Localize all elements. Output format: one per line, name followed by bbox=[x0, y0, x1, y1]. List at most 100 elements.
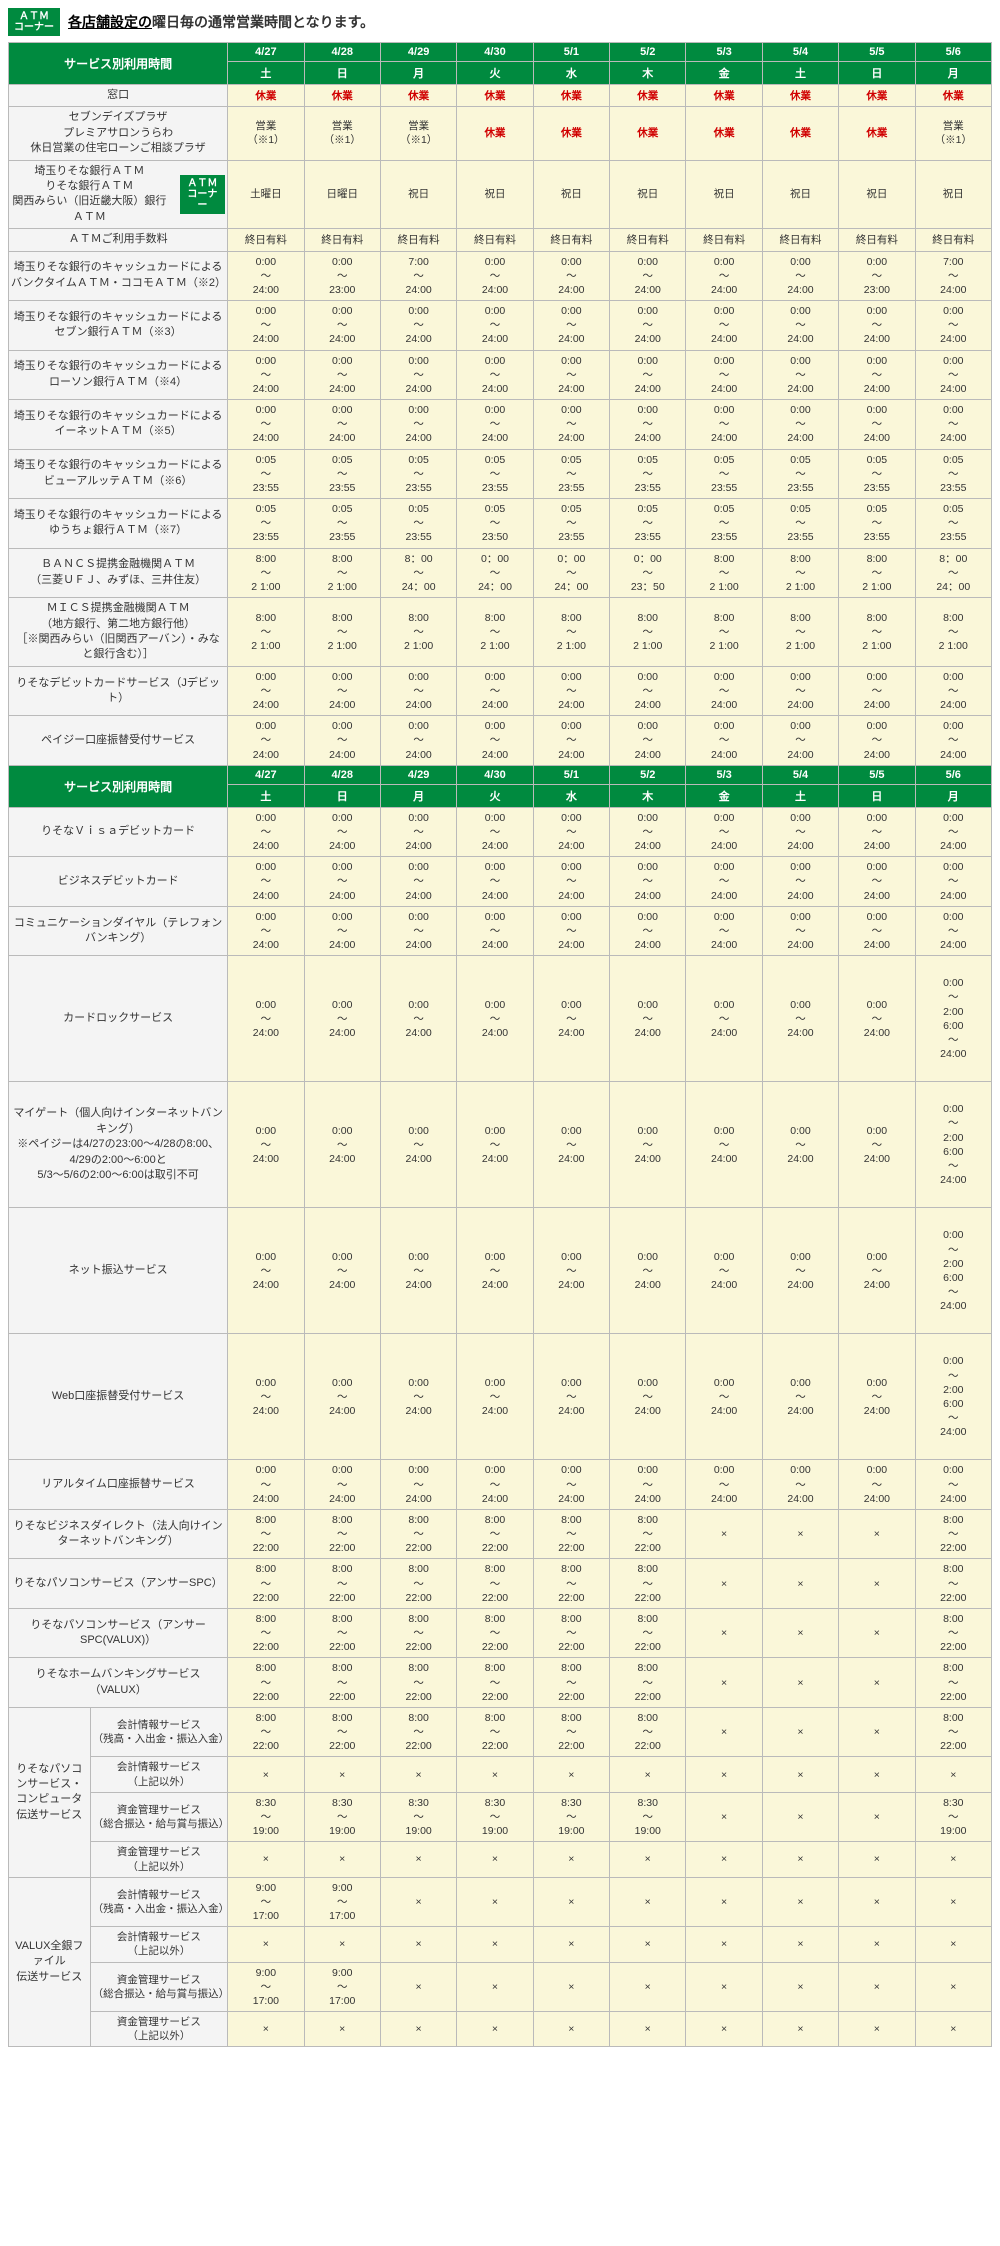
data-cell: 0:00 ～ 24:00 bbox=[762, 1208, 838, 1334]
row-label: セブンデイズプラザ プレミアサロンうらわ 休日営業の住宅ローンご相談プラザ bbox=[9, 107, 228, 160]
data-cell: 終日有料 bbox=[915, 229, 991, 251]
data-cell: 8:00 ～ 22:00 bbox=[228, 1509, 304, 1559]
data-cell: × bbox=[533, 2012, 609, 2047]
data-cell: × bbox=[380, 1877, 456, 1927]
data-cell: 0:00 ～ 24:00 bbox=[457, 716, 533, 766]
data-cell: × bbox=[457, 1757, 533, 1792]
data-cell: 休業 bbox=[457, 107, 533, 160]
data-cell: × bbox=[610, 1962, 686, 2012]
data-cell: 7:00 ～ 24:00 bbox=[915, 251, 991, 301]
row-label: Web口座振替受付サービス bbox=[9, 1334, 228, 1460]
date-header: 5/6 bbox=[915, 43, 991, 62]
data-cell: 0:00 ～ 24:00 bbox=[686, 1082, 762, 1208]
data-cell: 0:00 ～ 24:00 bbox=[457, 807, 533, 857]
data-cell: 0:00 ～ 24:00 bbox=[380, 1460, 456, 1510]
data-cell: 0:05 ～ 23:55 bbox=[228, 499, 304, 549]
data-cell: 0:00 ～ 24:00 bbox=[610, 1208, 686, 1334]
store-settings-link[interactable]: 各店舗設定の bbox=[68, 14, 152, 30]
data-cell: 8:00 ～ 22:00 bbox=[915, 1707, 991, 1757]
data-cell: 休業 bbox=[686, 107, 762, 160]
data-cell: 8:00 ～ 22:00 bbox=[380, 1509, 456, 1559]
data-cell: 0:00 ～ 24:00 bbox=[762, 350, 838, 400]
date-header: 4/30 bbox=[457, 765, 533, 784]
data-cell: 休業 bbox=[839, 107, 915, 160]
data-cell: × bbox=[304, 1757, 380, 1792]
row-label: りそなパソコンサービス（アンサーSPC(VALUX)） bbox=[9, 1608, 228, 1658]
row-label: 埼玉りそな銀行のキャッシュカードによる セブン銀行ＡＴＭ（※3） bbox=[9, 301, 228, 351]
data-cell: × bbox=[686, 2012, 762, 2047]
data-cell: 8:00 ～ 22:00 bbox=[457, 1658, 533, 1708]
data-cell: 0:00 ～ 24:00 bbox=[839, 400, 915, 450]
data-cell: 8:00 ～ 22:00 bbox=[533, 1658, 609, 1708]
data-cell: × bbox=[915, 1927, 991, 1962]
data-cell: 8:00 ～ 2 1:00 bbox=[304, 548, 380, 598]
data-cell: 0:00 ～ 24:00 bbox=[457, 251, 533, 301]
data-cell: × bbox=[839, 1877, 915, 1927]
data-cell: 0:00 ～ 24:00 bbox=[839, 807, 915, 857]
data-cell: 8:00 ～ 22:00 bbox=[304, 1707, 380, 1757]
data-cell: 0:00 ～ 24:00 bbox=[228, 807, 304, 857]
data-cell: 0:00 ～ 24:00 bbox=[762, 301, 838, 351]
data-cell: 8：00 ～ 24：00 bbox=[915, 548, 991, 598]
data-cell: 8:00 ～ 2 1:00 bbox=[304, 598, 380, 667]
data-cell: 0:05 ～ 23:55 bbox=[762, 449, 838, 499]
date-header: 5/1 bbox=[533, 765, 609, 784]
data-cell: 8:00 ～ 2 1:00 bbox=[228, 548, 304, 598]
data-cell: × bbox=[839, 1927, 915, 1962]
data-cell: 休業 bbox=[457, 85, 533, 107]
data-cell: × bbox=[457, 1877, 533, 1927]
day-header: 火 bbox=[457, 784, 533, 807]
data-cell: 0:00 ～ 24:00 bbox=[686, 301, 762, 351]
data-cell: 0:05 ～ 23:55 bbox=[915, 499, 991, 549]
data-cell: × bbox=[686, 1509, 762, 1559]
data-cell: × bbox=[839, 1792, 915, 1842]
data-cell: × bbox=[457, 1842, 533, 1877]
row-label: コミュニケーションダイヤル（テレフォンバンキング） bbox=[9, 906, 228, 956]
data-cell: × bbox=[762, 1792, 838, 1842]
section-title: サービス別利用時間 bbox=[9, 765, 228, 807]
data-cell: 祝日 bbox=[610, 160, 686, 229]
date-header: 4/27 bbox=[228, 43, 304, 62]
data-cell: × bbox=[304, 1842, 380, 1877]
data-cell: 0:00 ～ 24:00 bbox=[839, 906, 915, 956]
date-header: 4/27 bbox=[228, 765, 304, 784]
row-label: 埼玉りそな銀行のキャッシュカードによる ビューアルッテＡＴＭ（※6） bbox=[9, 449, 228, 499]
data-cell: 0:00 ～ 24:00 bbox=[228, 1460, 304, 1510]
data-cell: 0:00 ～ 24:00 bbox=[304, 857, 380, 907]
day-header: 金 bbox=[686, 784, 762, 807]
data-cell: 8:00 ～ 22:00 bbox=[457, 1707, 533, 1757]
data-cell: × bbox=[839, 1757, 915, 1792]
data-cell: 祝日 bbox=[915, 160, 991, 229]
data-cell: 8:00 ～ 22:00 bbox=[228, 1608, 304, 1658]
data-cell: 終日有料 bbox=[762, 229, 838, 251]
data-cell: 0:00 ～ 24:00 bbox=[915, 400, 991, 450]
row-sublabel: 資金管理サービス （総合振込・給与賞与振込） bbox=[90, 1792, 228, 1842]
data-cell: × bbox=[380, 1927, 456, 1962]
data-cell: 8:30 ～ 19:00 bbox=[610, 1792, 686, 1842]
data-cell: × bbox=[762, 1707, 838, 1757]
data-cell: 8:00 ～ 22:00 bbox=[380, 1707, 456, 1757]
data-cell: 0:00 ～ 24:00 bbox=[533, 1208, 609, 1334]
data-cell: 0:00 ～ 24:00 bbox=[304, 400, 380, 450]
data-cell: 0:00 ～ 24:00 bbox=[610, 400, 686, 450]
data-cell: × bbox=[915, 1962, 991, 2012]
data-cell: 0:05 ～ 23:55 bbox=[762, 499, 838, 549]
data-cell: 8:30 ～ 19:00 bbox=[533, 1792, 609, 1842]
data-cell: 0:00 ～ 24:00 bbox=[915, 666, 991, 716]
data-cell: 9:00 ～ 17:00 bbox=[304, 1962, 380, 2012]
atm-corner-badge: ＡＴＭ コーナー bbox=[8, 8, 60, 36]
data-cell: 営業 （※1） bbox=[915, 107, 991, 160]
data-cell: 0：00 ～ 24：00 bbox=[457, 548, 533, 598]
data-cell: 0:00 ～ 24:00 bbox=[839, 1208, 915, 1334]
row-label: 埼玉りそな銀行のキャッシュカードによる バンクタイムＡＴＭ・ココモＡＴＭ（※2） bbox=[9, 251, 228, 301]
data-cell: 0:00 ～ 24:00 bbox=[304, 1082, 380, 1208]
data-cell: 0:00 ～ 24:00 bbox=[839, 956, 915, 1082]
data-cell: 0:00 ～ 24:00 bbox=[533, 857, 609, 907]
data-cell: × bbox=[762, 1877, 838, 1927]
day-header: 月 bbox=[915, 62, 991, 85]
data-cell: 8:00 ～ 2 1:00 bbox=[457, 598, 533, 667]
data-cell: 8:00 ～ 2 1:00 bbox=[839, 598, 915, 667]
date-header: 5/4 bbox=[762, 43, 838, 62]
data-cell: 0:00 ～ 24:00 bbox=[304, 807, 380, 857]
row-sublabel: 会計情報サービス （残高・入出金・振込入金） bbox=[90, 1877, 228, 1927]
